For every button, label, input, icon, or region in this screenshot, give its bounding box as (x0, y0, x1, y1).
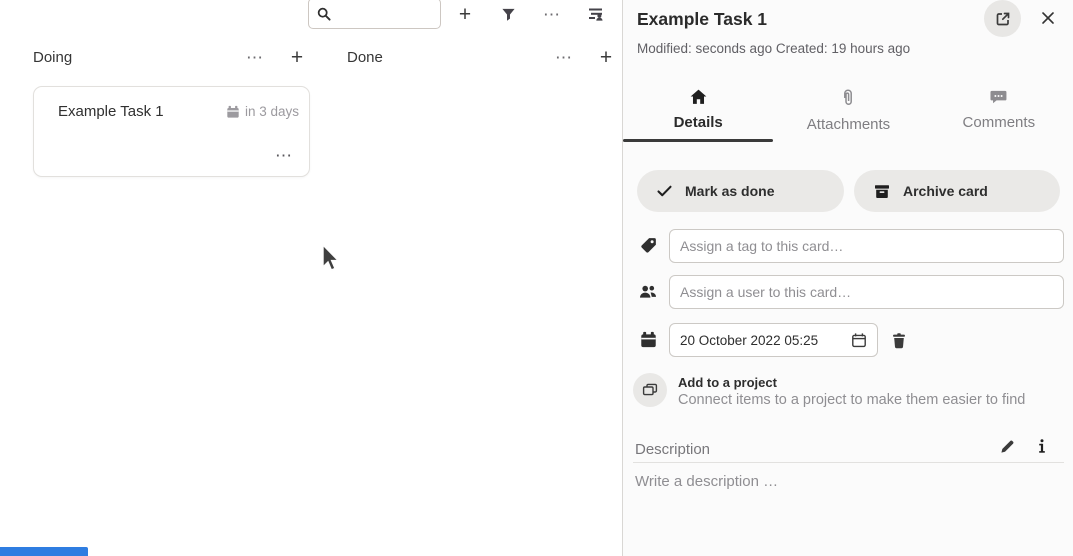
plus-icon: + (459, 4, 471, 25)
tag-icon (640, 237, 657, 254)
mouse-cursor (318, 243, 340, 273)
tab-details[interactable]: Details (623, 82, 773, 142)
search-input[interactable] (337, 6, 432, 21)
assign-user-input[interactable] (669, 275, 1064, 309)
panel-tabs: Details Attachments Comments (623, 82, 1073, 142)
tab-label: Comments (963, 114, 1036, 131)
mark-as-done-button[interactable]: Mark as done (637, 170, 844, 212)
edit-description-button[interactable] (998, 437, 1017, 456)
filter-button[interactable] (494, 0, 522, 28)
search-icon (317, 7, 331, 21)
horizontal-scrollbar-thumb[interactable] (0, 547, 88, 556)
description-placeholder[interactable]: Write a description … (635, 473, 778, 490)
column-header-doing: Doing ⋯ + (33, 44, 310, 70)
column-add-button[interactable]: + (284, 43, 310, 71)
check-icon (657, 185, 672, 197)
due-date-value: 20 October 2022 05:25 (680, 333, 849, 348)
card-menu-button[interactable]: ⋯ (273, 145, 295, 166)
column-title: Doing (33, 49, 243, 66)
date-picker-button[interactable] (849, 330, 869, 350)
calendar-outline-icon (851, 332, 867, 348)
column-add-button[interactable]: + (593, 43, 619, 71)
remove-date-button[interactable] (889, 330, 909, 351)
comment-icon (990, 89, 1007, 105)
tab-attachments[interactable]: Attachments (773, 82, 923, 142)
description-label: Description (635, 441, 710, 458)
description-info-button[interactable] (1036, 437, 1048, 456)
due-date-field[interactable]: 20 October 2022 05:25 (669, 323, 878, 357)
add-to-project-row[interactable]: Add to a project Connect items to a proj… (633, 373, 1025, 408)
calendar-icon (226, 105, 240, 119)
ellipsis-icon: ⋯ (543, 6, 561, 23)
plus-icon: + (291, 47, 303, 68)
column-menu-button[interactable]: ⋯ (243, 43, 267, 71)
project-icon (633, 373, 667, 407)
panel-title: Example Task 1 (637, 9, 767, 30)
column-menu-button[interactable]: ⋯ (552, 43, 576, 71)
external-link-icon (995, 11, 1011, 27)
user-list-icon (587, 6, 604, 22)
search-field[interactable] (308, 0, 441, 29)
card-title: Example Task 1 (58, 103, 164, 120)
pencil-icon (1000, 439, 1015, 454)
paperclip-icon (842, 89, 854, 107)
ellipsis-icon: ⋯ (275, 147, 293, 164)
card-detail-panel: Example Task 1 Modified: seconds ago Cre… (622, 0, 1073, 556)
trash-icon (891, 332, 907, 349)
close-icon (1041, 11, 1055, 25)
ellipsis-icon: ⋯ (555, 49, 573, 66)
card-due-date: in 3 days (226, 104, 299, 119)
panel-meta: Modified: seconds ago Created: 19 hours … (637, 41, 910, 56)
filter-by-user-button[interactable] (581, 0, 609, 28)
close-panel-button[interactable] (1036, 6, 1060, 30)
tab-label: Details (674, 114, 723, 131)
calendar-icon (640, 331, 657, 348)
project-row-title: Add to a project (678, 375, 1025, 390)
users-icon (639, 284, 657, 299)
project-row-subtitle: Connect items to a project to make them … (678, 392, 1025, 408)
ellipsis-icon: ⋯ (246, 49, 264, 66)
info-icon (1038, 439, 1046, 454)
column-title: Done (347, 49, 552, 66)
open-in-window-button[interactable] (984, 0, 1021, 37)
description-divider (633, 462, 1064, 463)
funnel-icon (501, 7, 516, 22)
home-icon (690, 89, 707, 105)
archive-icon (874, 184, 890, 199)
add-card-button[interactable]: + (451, 0, 479, 28)
archive-card-button[interactable]: Archive card (854, 170, 1060, 212)
tab-comments[interactable]: Comments (924, 82, 1073, 142)
plus-icon: + (600, 47, 612, 68)
tab-label: Attachments (807, 116, 890, 133)
board-menu-button[interactable]: ⋯ (538, 0, 566, 28)
assign-tag-input[interactable] (669, 229, 1064, 263)
task-card[interactable]: Example Task 1 in 3 days ⋯ (33, 86, 310, 177)
column-header-done: Done ⋯ + (347, 44, 619, 70)
